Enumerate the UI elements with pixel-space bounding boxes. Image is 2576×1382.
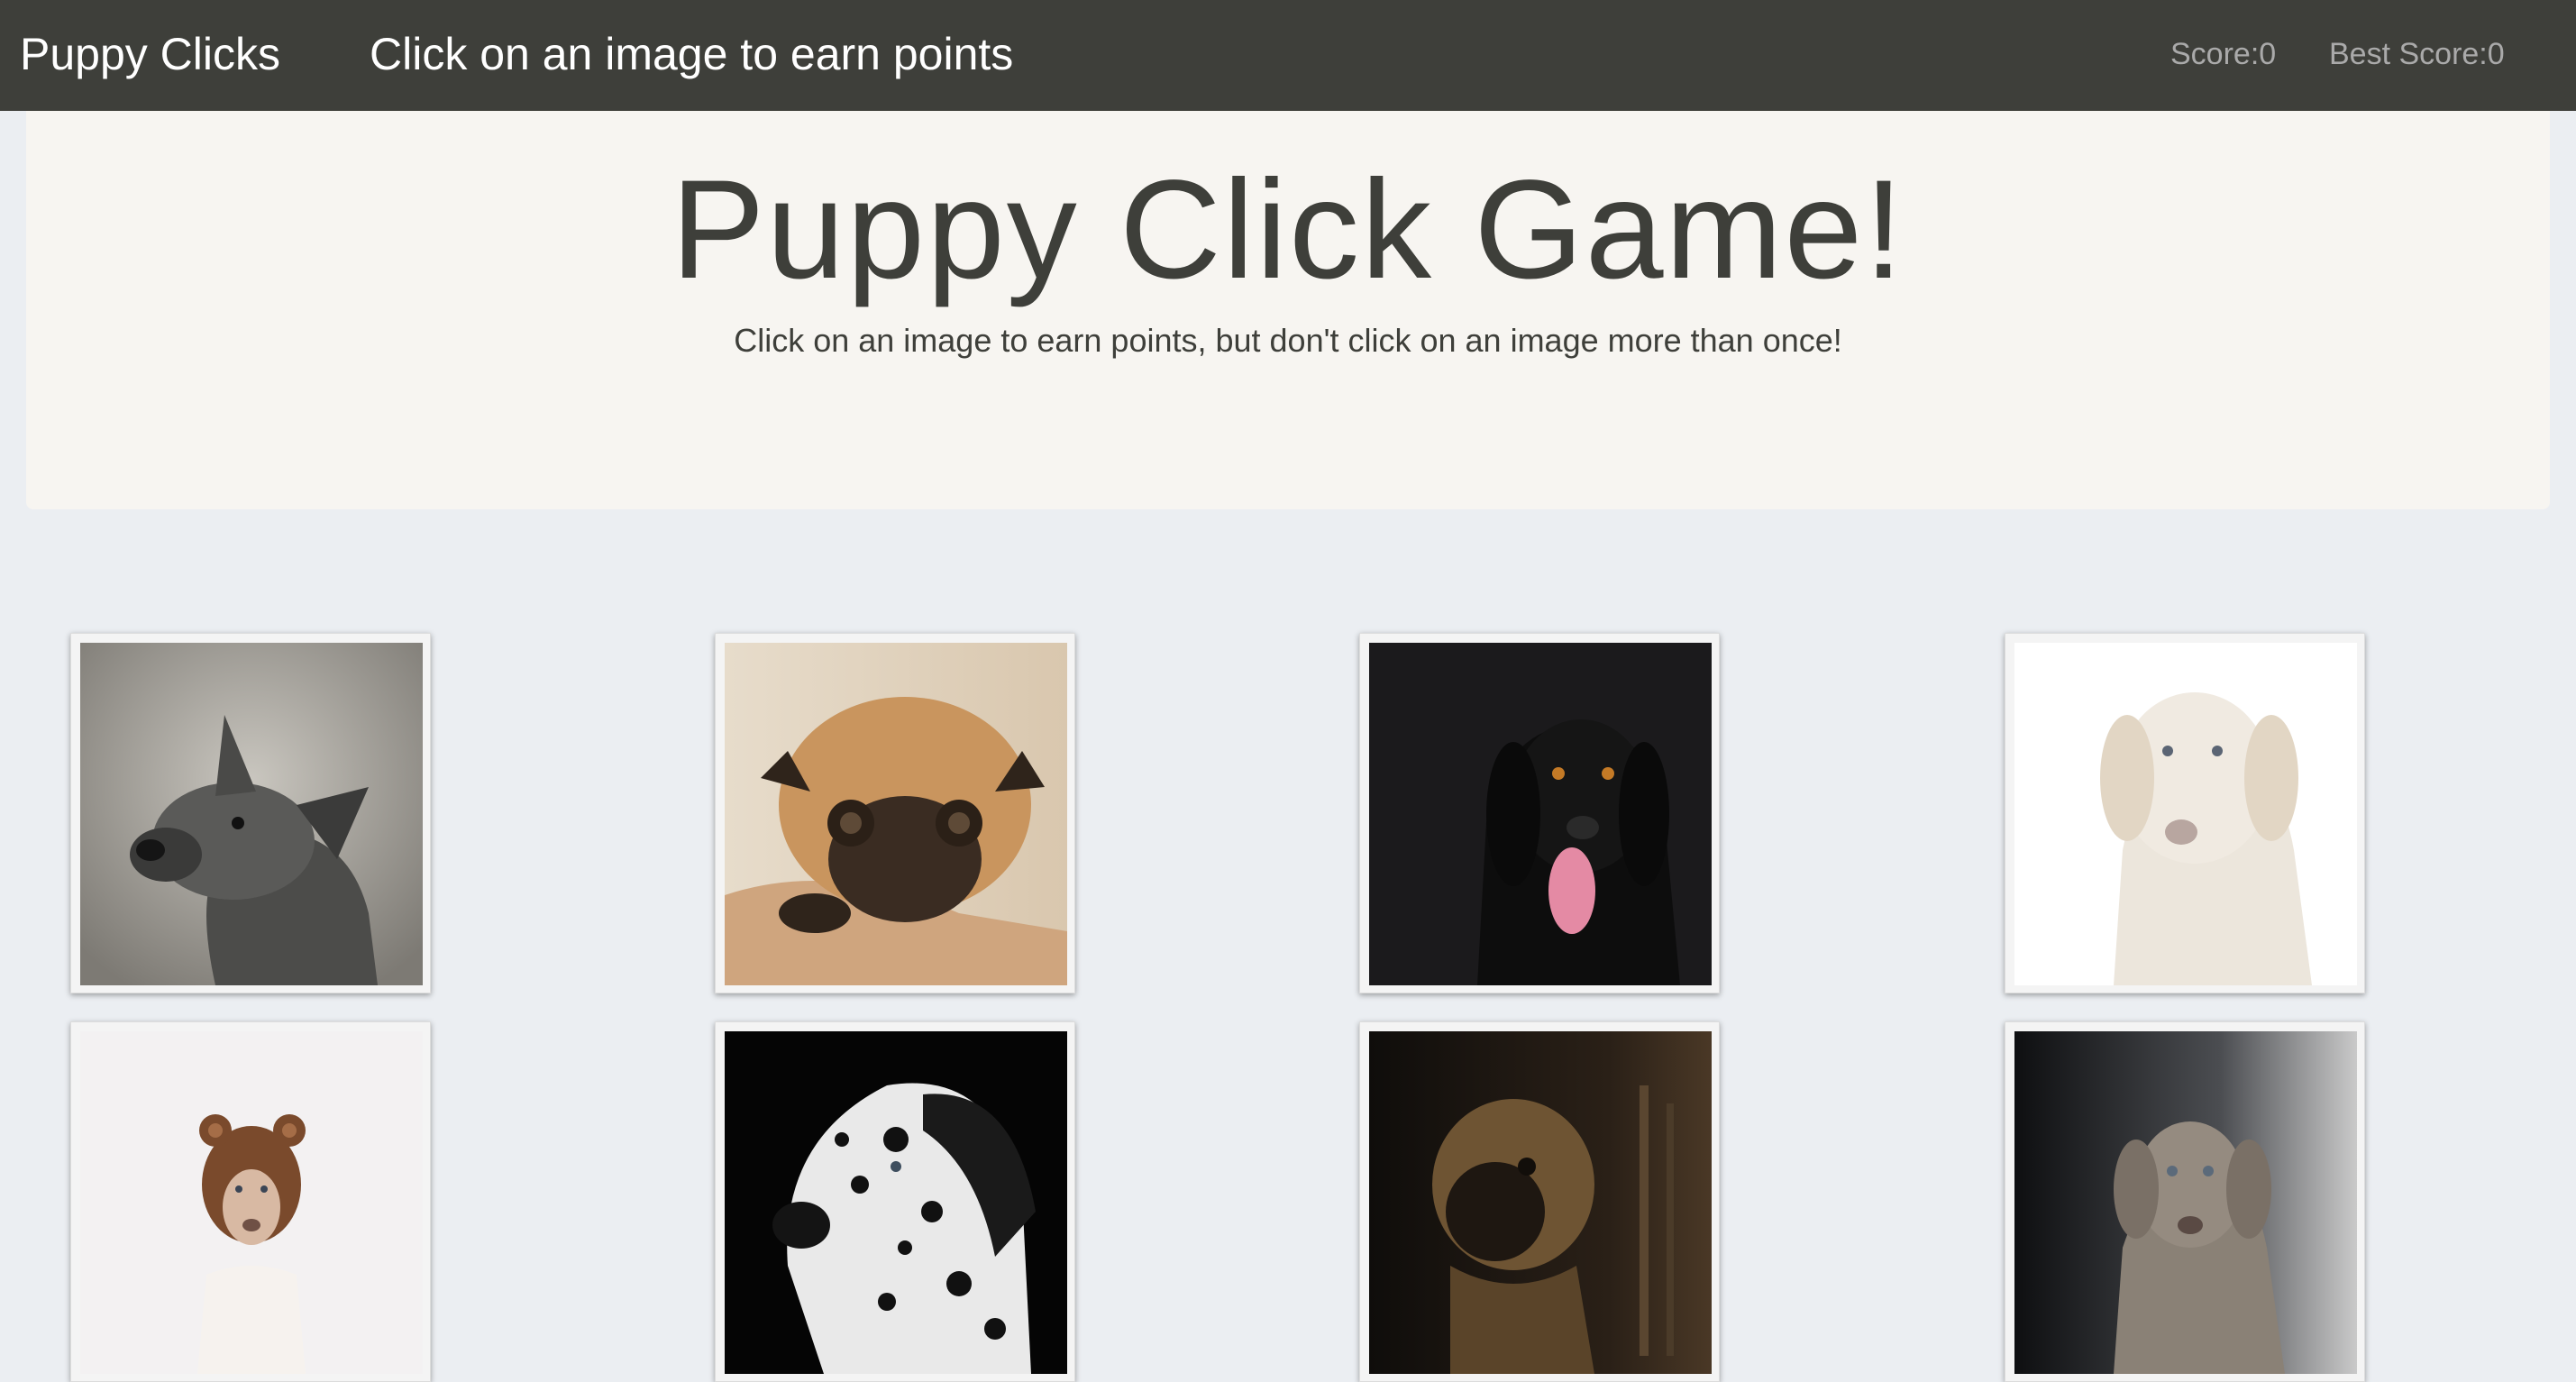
weimaraner-image[interactable] [2014,1031,2357,1374]
pug-in-dark-image[interactable] [1369,1031,1712,1374]
black-dog-image[interactable] [1369,643,1712,985]
score-display: Score:0 [2170,37,2277,71]
best-score-display: Best Score:0 [2329,37,2505,71]
page-subtitle: Click on an image to earn points, but do… [734,322,1842,359]
puppy-card-dark-pug[interactable] [1359,1021,1720,1382]
page-title: Puppy Click Game! [671,151,1905,308]
pug-image[interactable] [725,643,1067,985]
puppy-card-grey[interactable] [70,633,431,993]
puppy-card-white-lab[interactable] [2005,633,2365,993]
dog-in-bear-hat-image[interactable] [80,1031,423,1374]
nav-message: Click on an image to earn points [370,29,1014,79]
jumbotron: Puppy Click Game! Click on an image to e… [26,111,2550,509]
puppy-card-bear-hat[interactable] [70,1021,431,1382]
puppy-card-weimaraner[interactable] [2005,1021,2365,1382]
puppy-card-black-dog[interactable] [1359,633,1720,993]
white-labrador-image[interactable] [2014,643,2357,985]
puppy-card-pug[interactable] [715,633,1075,993]
brand-link[interactable]: Puppy Clicks [20,27,280,81]
puppy-card-dalmatian[interactable] [715,1021,1075,1382]
grey-puppy-image[interactable] [80,643,423,985]
navbar: Puppy Clicks Click on an image to earn p… [0,0,2576,111]
dalmatian-image[interactable] [725,1031,1067,1374]
